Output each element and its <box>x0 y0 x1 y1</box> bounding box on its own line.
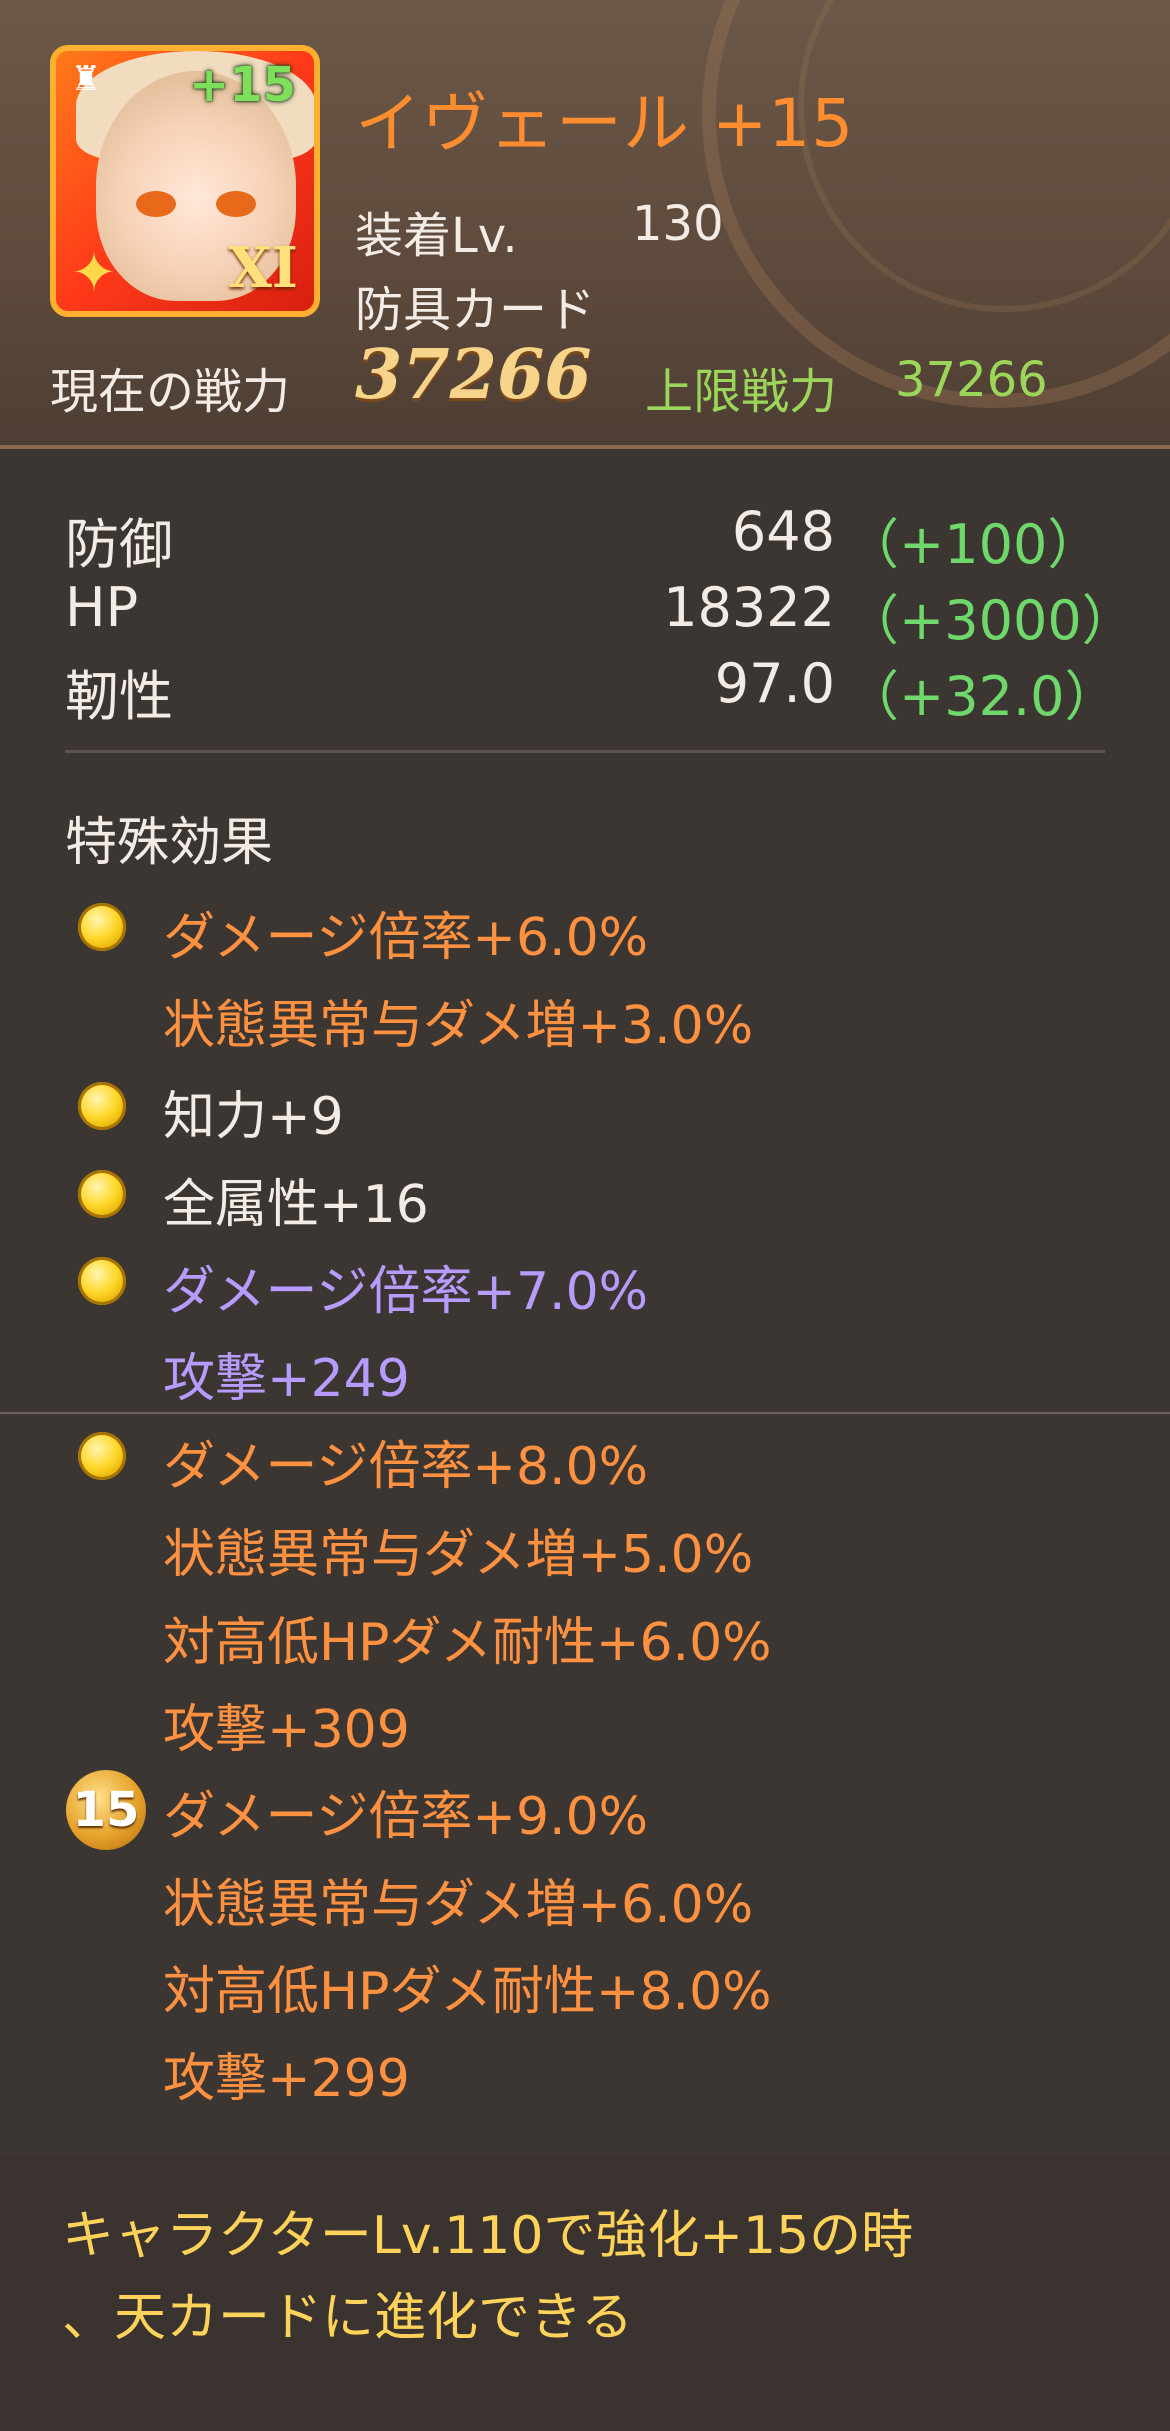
card-name: イヴェール +15 <box>355 85 855 162</box>
effect-line: ダメージ倍率+7.0% <box>163 1262 649 1322</box>
stat-bonus: （+3000） <box>845 589 1136 652</box>
effect-line: 状態異常与ダメ増+6.0% <box>163 1875 754 1935</box>
evolution-note-line1: キャラクターLv.110で強化+15の時 <box>62 2206 914 2266</box>
special-effects-title: 特殊効果 <box>65 813 274 873</box>
effect-line: 攻撃+309 <box>163 1700 410 1760</box>
equip-level-label: 装着Lv. <box>355 208 518 264</box>
effect-bullet-icon <box>78 1082 126 1130</box>
effect-line: 知力+9 <box>163 1087 344 1147</box>
max-power-value: 37266 <box>895 352 1048 408</box>
effect-line: 対高低HPダメ耐性+8.0% <box>163 1962 772 2022</box>
stat-bonus: （+100） <box>845 513 1102 576</box>
effect-line: 攻撃+299 <box>163 2049 410 2109</box>
effect-line: 状態異常与ダメ増+3.0% <box>163 996 754 1056</box>
effect-bullet-icon <box>78 1257 126 1305</box>
current-power-value: 37266 <box>355 335 592 415</box>
star-icon: ✦ <box>71 241 117 304</box>
evolution-note-line2: 、天カードに進化できる <box>62 2288 633 2348</box>
armor-icon: ♜ <box>70 59 102 99</box>
current-power-label: 現在の戦力 <box>50 364 291 420</box>
card-thumbnail[interactable]: ♜ ✦ +15 XI <box>50 45 320 317</box>
stat-value: 18322 <box>663 576 835 639</box>
effect-line: 攻撃+249 <box>163 1349 410 1409</box>
card-enhance-badge: +15 <box>188 57 296 113</box>
stat-value: 97.0 <box>714 652 835 715</box>
effect-line: ダメージ倍率+9.0% <box>163 1787 649 1847</box>
effect-line: ダメージ倍率+8.0% <box>163 1437 649 1497</box>
evolution-note: キャラクターLv.110で強化+15の時 、天カードに進化できる <box>62 2195 1122 2359</box>
effect-line: 状態異常与ダメ増+5.0% <box>163 1525 754 1585</box>
stat-value: 648 <box>731 500 835 563</box>
stat-row-defense: 防御 648 （+100） <box>65 500 1105 576</box>
card-rank-badge: XI <box>228 235 298 301</box>
stat-row-hp: HP 18322 （+3000） <box>65 576 1136 652</box>
stat-label: 防御 <box>65 513 173 576</box>
max-power-label: 上限戦力 <box>645 364 838 420</box>
effect-bullet-icon <box>78 903 126 951</box>
effect-line: 対高低HPダメ耐性+6.0% <box>163 1613 772 1673</box>
effect-line: 全属性+16 <box>163 1175 429 1235</box>
stat-label: 靭性 <box>65 665 173 728</box>
stat-row-toughness: 靭性 97.0 （+32.0） <box>65 652 1118 728</box>
divider <box>65 750 1105 753</box>
enhance-15-badge: 15 <box>66 1770 146 1850</box>
equip-level-value: 130 <box>632 196 724 252</box>
character-eye-left <box>136 191 176 217</box>
card-type: 防具カード <box>355 282 596 338</box>
stat-bonus: （+32.0） <box>845 665 1119 728</box>
effect-line: ダメージ倍率+6.0% <box>163 908 649 968</box>
stat-label: HP <box>65 576 139 639</box>
card-header: ♜ ✦ +15 XI イヴェール +15 装着Lv. 130 防具カード 現在の… <box>0 0 1170 449</box>
divider <box>0 1412 1170 1414</box>
effect-bullet-icon <box>78 1170 126 1218</box>
effect-bullet-icon <box>78 1432 126 1480</box>
character-eye-right <box>216 191 256 217</box>
